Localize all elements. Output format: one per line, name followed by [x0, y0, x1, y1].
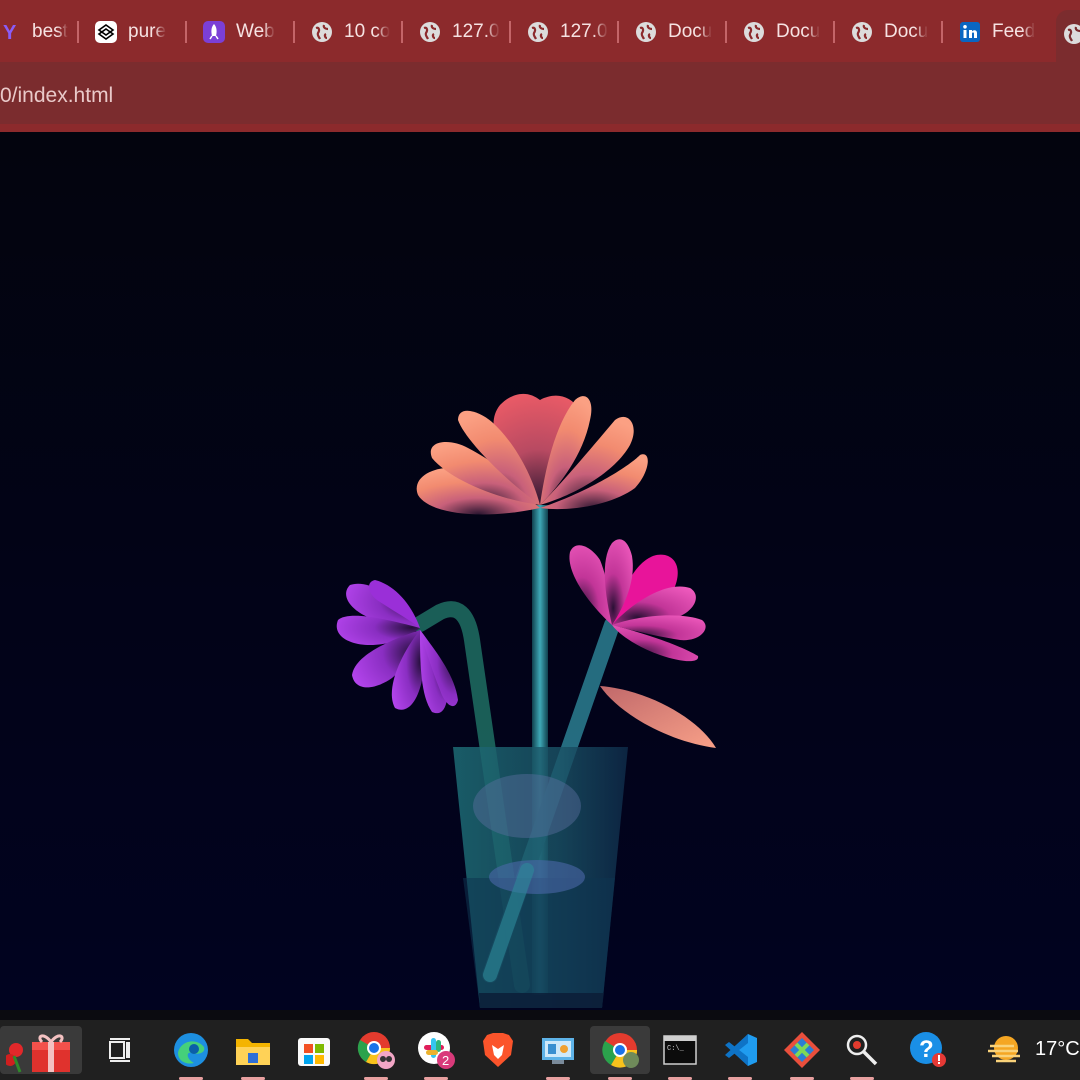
tab-8[interactable]: Docu	[730, 8, 838, 56]
globe-icon	[742, 20, 766, 44]
edge-icon	[174, 1033, 208, 1067]
taskbar-brave[interactable]	[474, 1026, 522, 1074]
svg-text:?: ?	[919, 1036, 934, 1063]
tab-separator	[185, 21, 187, 43]
rocket-icon	[202, 20, 226, 44]
tab-separator	[293, 21, 295, 43]
yahoo-icon: Y	[0, 20, 22, 44]
tab-label: Feed	[992, 21, 1036, 42]
flowers-gift-icon	[6, 1034, 70, 1073]
tab-label: Docu	[776, 21, 821, 42]
task-view-icon	[109, 1038, 130, 1062]
slack-icon: 2	[418, 1032, 455, 1069]
flower-vase-illustration	[336, 393, 716, 1008]
taskbar-edge[interactable]	[167, 1026, 215, 1080]
peach-flower	[416, 393, 648, 515]
tab-7[interactable]: Docu	[622, 8, 730, 56]
page-viewport	[0, 132, 1080, 1010]
taskbar-file-explorer[interactable]	[229, 1026, 277, 1080]
terminal-icon: C:\_	[663, 1035, 697, 1065]
tab-separator	[509, 21, 511, 43]
tab-10[interactable]: Feed	[946, 8, 1054, 56]
taskbar-vscode[interactable]	[716, 1026, 764, 1080]
globe-icon	[526, 20, 550, 44]
taskbar-chrome-profile[interactable]	[352, 1026, 400, 1080]
chrome-profile-icon	[357, 1032, 395, 1069]
vscode-icon	[725, 1034, 757, 1066]
globe-icon	[418, 20, 442, 44]
tab-1[interactable]: Y best	[0, 8, 94, 56]
chrome-icon	[602, 1033, 639, 1068]
globe-icon	[850, 20, 874, 44]
taskbar-store[interactable]	[290, 1026, 338, 1074]
weather-temperature: 17°C	[1035, 1038, 1080, 1060]
tab-separator	[941, 21, 943, 43]
tab-label: Docu	[668, 21, 713, 42]
taskbar-slack[interactable]: 2	[412, 1026, 460, 1080]
store-icon	[298, 1038, 330, 1066]
tab-strip: Y best pure Web 10 co 127.0 127.0 Docu D…	[0, 0, 1080, 62]
widgets-button[interactable]	[0, 1026, 82, 1074]
glass-vase	[453, 747, 628, 1008]
linkedin-icon	[958, 20, 982, 44]
tab-separator	[725, 21, 727, 43]
hazy-sun-icon	[988, 1036, 1020, 1063]
svg-text:C:\_: C:\_	[667, 1045, 685, 1053]
task-view-button[interactable]	[96, 1026, 144, 1074]
tab-separator	[617, 21, 619, 43]
folder-icon	[236, 1039, 270, 1065]
windows-taskbar: 2 C:\_ ? 17°C	[0, 1020, 1080, 1080]
globe-icon	[1062, 22, 1080, 51]
tab-separator	[77, 21, 79, 43]
taskbar-git-tool[interactable]	[778, 1026, 826, 1080]
taskbar-terminal[interactable]: C:\_	[656, 1026, 704, 1080]
tab-label: best	[32, 21, 68, 42]
leaf	[600, 686, 716, 748]
magnifier-icon	[846, 1034, 878, 1066]
tab-separator	[833, 21, 835, 43]
weather-widget[interactable]	[980, 1026, 1028, 1074]
tab-label: 127.0	[560, 21, 608, 42]
taskbar-chrome-active[interactable]	[590, 1026, 650, 1080]
tab-separator	[401, 21, 403, 43]
pink-flower	[569, 539, 706, 662]
taskbar-magnifier[interactable]	[838, 1026, 886, 1080]
taskbar-control-panel[interactable]	[534, 1026, 582, 1080]
git-tool-icon	[784, 1032, 820, 1068]
tab-2[interactable]: pure	[82, 8, 190, 56]
brave-icon	[483, 1033, 513, 1067]
tab-9[interactable]: Docu	[838, 8, 946, 56]
browser-toolbar: 0/index.html	[0, 62, 1080, 124]
control-panel-icon	[542, 1038, 574, 1064]
codepen-icon	[94, 20, 118, 44]
toolbar-divider	[0, 124, 1080, 132]
page-bottom-edge	[0, 1010, 1080, 1020]
tab-6[interactable]: 127.0	[514, 8, 622, 56]
purple-flower	[336, 580, 458, 714]
tab-3[interactable]: Web	[190, 8, 298, 56]
active-tab[interactable]	[1056, 10, 1080, 62]
tab-label: pure	[128, 21, 167, 42]
tab-label: Web	[236, 21, 275, 42]
globe-icon	[310, 20, 334, 44]
globe-icon	[634, 20, 658, 44]
tab-label: Docu	[884, 21, 929, 42]
taskbar-help[interactable]: ?	[904, 1026, 952, 1074]
url-text: 0/index.html	[0, 84, 114, 107]
tab-label: 127.0	[452, 21, 500, 42]
tab-5[interactable]: 127.0	[406, 8, 514, 56]
address-bar[interactable]: 0/index.html	[0, 62, 1080, 124]
tab-4[interactable]: 10 co	[298, 8, 406, 56]
tab-label: 10 co	[344, 21, 391, 42]
svg-text:Y: Y	[3, 22, 17, 43]
help-icon: ?	[910, 1032, 946, 1067]
slack-badge: 2	[442, 1053, 449, 1068]
